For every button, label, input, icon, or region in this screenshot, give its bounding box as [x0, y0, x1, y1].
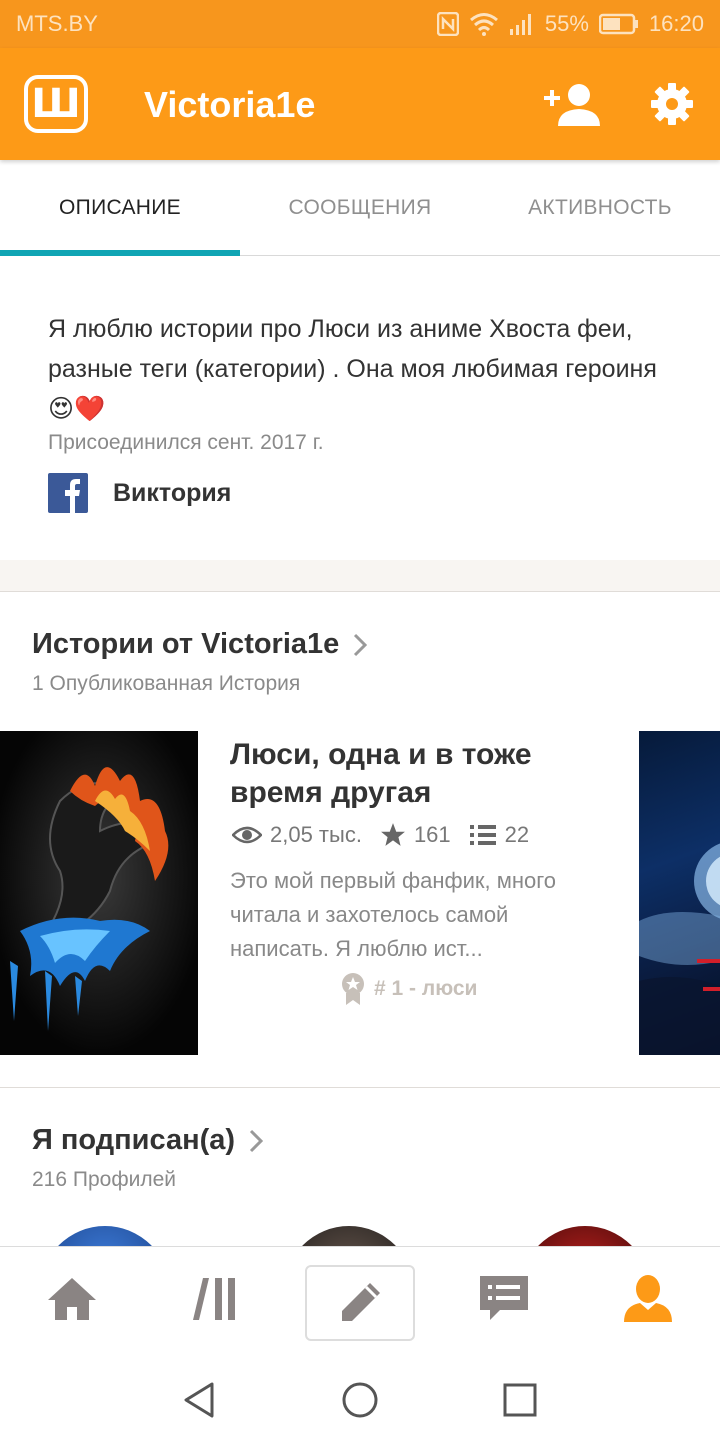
wattpad-logo-icon[interactable]: Ш — [24, 75, 88, 133]
parts-stat: 22 — [469, 822, 529, 848]
about-text: Я люблю истории про Люси из аниме Хвоста… — [48, 315, 657, 423]
library-icon — [193, 1278, 235, 1320]
section-divider — [0, 1087, 720, 1088]
battery-icon — [598, 13, 638, 35]
recents-square-icon[interactable] — [500, 1380, 540, 1420]
signal-icon — [509, 14, 531, 35]
tab-activity[interactable]: АКТИВНОСТЬ — [480, 160, 720, 255]
stories-title: Истории от Victoria1e — [32, 628, 340, 660]
profile-tabs: ОПИСАНИЕ СООБЩЕНИЯ АКТИВНОСТЬ — [0, 160, 720, 256]
bottom-navigation — [0, 1246, 720, 1354]
following-title: Я подписан(а) — [32, 1124, 236, 1156]
home-icon — [48, 1278, 96, 1320]
parts-count: 22 — [504, 822, 530, 847]
back-icon[interactable] — [180, 1380, 220, 1420]
star-icon — [381, 823, 405, 846]
about-section: Я люблю истории про Люси из аниме Хвоста… — [0, 257, 720, 560]
add-friend-icon[interactable] — [542, 82, 602, 128]
votes-count: 161 — [413, 822, 451, 847]
nav-library[interactable] — [186, 1269, 246, 1329]
app-bar: Ш Victoria1e — [0, 48, 720, 160]
rank-text: # 1 - люси — [374, 977, 478, 1000]
nav-home[interactable] — [42, 1269, 102, 1329]
eye-icon — [232, 826, 262, 844]
page-title: Victoria1e — [144, 84, 316, 125]
chevron-right-icon — [250, 1129, 264, 1152]
facebook-name: Виктория — [113, 478, 232, 507]
story-title[interactable]: Люси, одна и в тоже время другая — [230, 736, 610, 812]
votes-stat: 161 — [380, 822, 451, 848]
reads-stat: 2,05 тыс. — [232, 822, 362, 848]
chat-icon — [480, 1276, 528, 1320]
award-ribbon-icon — [342, 973, 364, 1005]
carrier-name: MTS.BY — [16, 11, 98, 36]
tab-description[interactable]: ОПИСАНИЕ — [0, 160, 240, 256]
tab-messages[interactable]: СООБЩЕНИЯ — [240, 160, 480, 255]
wifi-icon — [469, 13, 498, 36]
stories-header[interactable]: Истории от Victoria1e — [32, 628, 368, 661]
following-header[interactable]: Я подписан(а) — [32, 1124, 264, 1157]
facebook-icon — [48, 473, 88, 513]
settings-gear-icon[interactable] — [650, 82, 694, 126]
clock: 16:20 — [648, 11, 704, 36]
home-circle-icon[interactable] — [340, 1380, 380, 1420]
profile-icon — [624, 1275, 672, 1322]
section-separator — [0, 560, 720, 592]
nfc-icon — [436, 12, 459, 36]
system-navigation-bar — [0, 1354, 720, 1440]
chevron-right-icon — [354, 633, 368, 656]
nav-profile[interactable] — [618, 1269, 678, 1329]
pencil-icon — [342, 1283, 380, 1321]
story-stats: 2,05 тыс. 161 22 — [232, 822, 547, 848]
battery-percent: 55% — [544, 11, 589, 36]
following-count: 216 Профилей — [32, 1168, 176, 1191]
story-cover-image[interactable] — [0, 731, 198, 1055]
list-icon — [469, 825, 496, 845]
nav-messages[interactable] — [474, 1269, 534, 1329]
next-story-cover-image[interactable] — [639, 731, 720, 1055]
stories-count: 1 Опубликованная История — [32, 672, 301, 695]
status-bar: MTS.BY 55% 16:20 — [0, 0, 720, 48]
story-rank-badge[interactable]: # 1 - люси — [340, 972, 477, 1006]
logo-letter: Ш — [31, 81, 81, 127]
joined-date: Присоединился сент. 2017 г. — [48, 431, 324, 454]
story-description: Это мой первый фанфик, много читала и за… — [230, 868, 557, 961]
reads-count: 2,05 тыс. — [270, 822, 362, 847]
facebook-link[interactable]: Виктория — [48, 473, 672, 513]
write-button[interactable] — [305, 1265, 415, 1341]
